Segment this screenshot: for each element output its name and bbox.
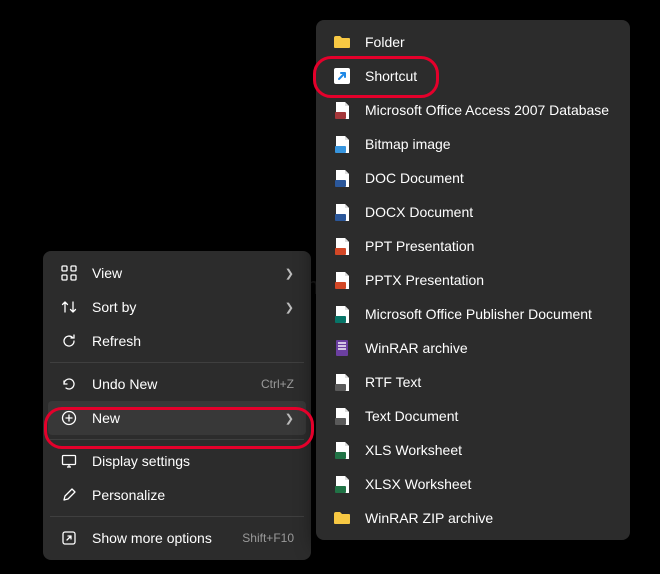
- submenu-item-label: Text Document: [365, 408, 613, 424]
- menu-item-personalize[interactable]: Personalize: [48, 478, 306, 512]
- submenu-item-label: XLS Worksheet: [365, 442, 613, 458]
- bitmap-icon: [333, 135, 351, 153]
- refresh-icon: [60, 332, 78, 350]
- menu-separator: [50, 439, 304, 440]
- menu-item-label: Show more options: [92, 530, 242, 546]
- menu-item-view[interactable]: View ❯: [48, 256, 306, 290]
- sort-icon: [60, 298, 78, 316]
- menu-item-label: New: [92, 410, 279, 426]
- submenu-item[interactable]: DOCX Document: [321, 195, 625, 229]
- zip-icon: [333, 509, 351, 527]
- submenu-item-label: Shortcut: [365, 68, 613, 84]
- chevron-right-icon: ❯: [285, 267, 294, 280]
- rar-icon: [333, 339, 351, 357]
- submenu-item[interactable]: WinRAR ZIP archive: [321, 501, 625, 535]
- menu-separator: [50, 362, 304, 363]
- display-icon: [60, 452, 78, 470]
- submenu-item[interactable]: Text Document: [321, 399, 625, 433]
- submenu-item-label: Microsoft Office Publisher Document: [365, 306, 613, 322]
- xls-icon: [333, 441, 351, 459]
- submenu-item-label: DOC Document: [365, 170, 613, 186]
- submenu-item-label: PPTX Presentation: [365, 272, 613, 288]
- undo-icon: [60, 375, 78, 393]
- publisher-icon: [333, 305, 351, 323]
- folder-icon: [333, 33, 351, 51]
- menu-item-sort-by[interactable]: Sort by ❯: [48, 290, 306, 324]
- rtf-icon: [333, 373, 351, 391]
- menu-item-undo[interactable]: Undo New Ctrl+Z: [48, 367, 306, 401]
- menu-item-label: Undo New: [92, 376, 261, 392]
- docx-icon: [333, 203, 351, 221]
- menu-item-label: Personalize: [92, 487, 294, 503]
- menu-item-label: Sort by: [92, 299, 279, 315]
- menu-separator: [50, 516, 304, 517]
- menu-item-refresh[interactable]: Refresh: [48, 324, 306, 358]
- ppt-icon: [333, 237, 351, 255]
- submenu-item[interactable]: XLSX Worksheet: [321, 467, 625, 501]
- submenu-item-label: XLSX Worksheet: [365, 476, 613, 492]
- submenu-item-label: Bitmap image: [365, 136, 613, 152]
- chevron-right-icon: ❯: [285, 412, 294, 425]
- submenu-item-label: Folder: [365, 34, 613, 50]
- menu-item-shortcut: Ctrl+Z: [261, 377, 294, 391]
- submenu-item-label: RTF Text: [365, 374, 613, 390]
- submenu-item-label: DOCX Document: [365, 204, 613, 220]
- menu-item-show-more-options[interactable]: Show more options Shift+F10: [48, 521, 306, 555]
- shortcut-icon: [333, 67, 351, 85]
- new-icon: [60, 409, 78, 427]
- submenu-item[interactable]: Microsoft Office Publisher Document: [321, 297, 625, 331]
- menu-item-new[interactable]: New ❯: [48, 401, 306, 435]
- personalize-icon: [60, 486, 78, 504]
- submenu-item[interactable]: DOC Document: [321, 161, 625, 195]
- submenu-item-label: WinRAR archive: [365, 340, 613, 356]
- submenu-item[interactable]: Bitmap image: [321, 127, 625, 161]
- submenu-item[interactable]: Folder: [321, 25, 625, 59]
- txt-icon: [333, 407, 351, 425]
- doc-icon: [333, 169, 351, 187]
- submenu-item[interactable]: Microsoft Office Access 2007 Database: [321, 93, 625, 127]
- submenu-item-label: WinRAR ZIP archive: [365, 510, 613, 526]
- submenu-item[interactable]: WinRAR archive: [321, 331, 625, 365]
- menu-item-shortcut: Shift+F10: [242, 531, 294, 545]
- menu-item-display-settings[interactable]: Display settings: [48, 444, 306, 478]
- access-icon: [333, 101, 351, 119]
- pptx-icon: [333, 271, 351, 289]
- desktop-context-menu: View ❯ Sort by ❯ Refresh Undo New Ctrl+Z…: [43, 251, 311, 560]
- new-submenu: Folder Shortcut Microsoft Office Access …: [316, 20, 630, 540]
- submenu-item[interactable]: XLS Worksheet: [321, 433, 625, 467]
- submenu-item[interactable]: PPTX Presentation: [321, 263, 625, 297]
- expand-icon: [60, 529, 78, 547]
- grid-icon: [60, 264, 78, 282]
- menu-item-label: Refresh: [92, 333, 294, 349]
- submenu-item-label: PPT Presentation: [365, 238, 613, 254]
- menu-item-label: Display settings: [92, 453, 294, 469]
- submenu-item-label: Microsoft Office Access 2007 Database: [365, 102, 613, 118]
- submenu-item[interactable]: PPT Presentation: [321, 229, 625, 263]
- chevron-right-icon: ❯: [285, 301, 294, 314]
- xlsx-icon: [333, 475, 351, 493]
- menu-item-label: View: [92, 265, 279, 281]
- submenu-item[interactable]: RTF Text: [321, 365, 625, 399]
- submenu-item[interactable]: Shortcut: [321, 59, 625, 93]
